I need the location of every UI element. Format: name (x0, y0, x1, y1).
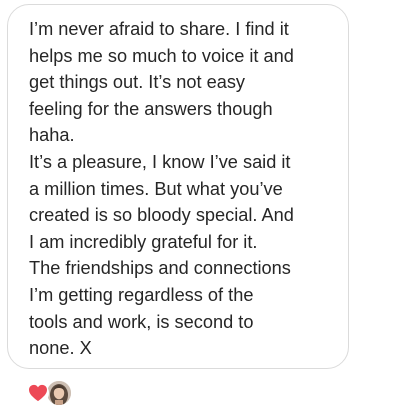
message-paragraph-3: The friendships and connections I’m gett… (29, 258, 291, 359)
heart-icon-shape (29, 384, 47, 402)
avatar-image (47, 381, 71, 405)
message-paragraph-1: I’m never afraid to share. I find it hel… (29, 19, 294, 146)
heart-icon[interactable] (27, 382, 49, 404)
message-bubble[interactable]: I’m never afraid to share. I find it hel… (7, 4, 349, 369)
avatar[interactable] (45, 379, 73, 407)
reactions-bar[interactable] (27, 379, 73, 407)
message-paragraph-2: It’s a pleasure, I know I’ve said it a m… (29, 151, 294, 252)
